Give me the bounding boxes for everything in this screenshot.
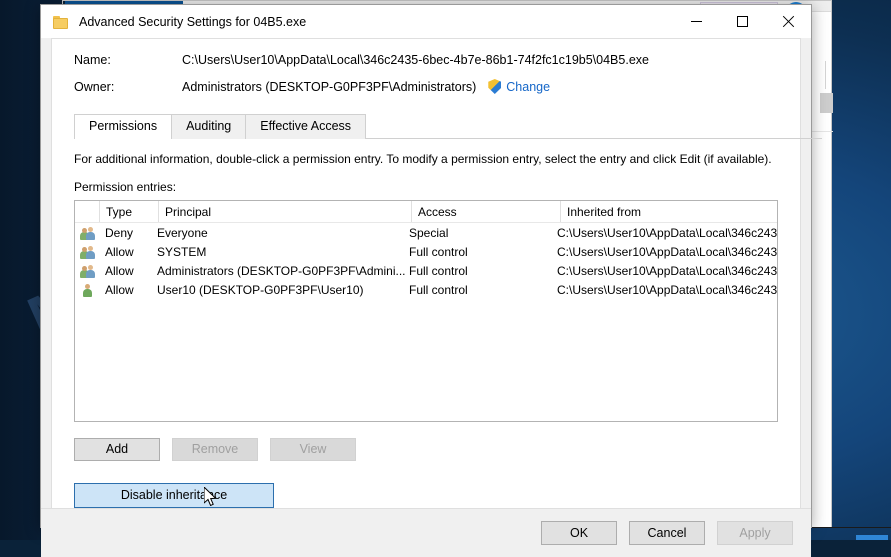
- row-icon: [75, 264, 99, 278]
- row-principal: Administrators (DESKTOP-G0PF3PF\Admini..…: [157, 263, 406, 278]
- row-inherited-from: C:\Users\User10\AppData\Local\346c2435-6…: [557, 263, 777, 278]
- row-type: Allow: [105, 244, 134, 259]
- cancel-button[interactable]: Cancel: [629, 521, 705, 545]
- header-principal[interactable]: Principal: [159, 205, 411, 219]
- table-row[interactable]: Allow User10 (DESKTOP-G0PF3PF\User10) Fu…: [75, 280, 777, 299]
- header-type[interactable]: Type: [100, 205, 158, 219]
- header-inherited-from[interactable]: Inherited from: [561, 205, 777, 219]
- name-label: Name:: [74, 53, 111, 67]
- dialog-title: Advanced Security Settings for 04B5.exe: [79, 14, 307, 29]
- header-fields: Name: C:\Users\User10\AppData\Local\346c…: [52, 39, 800, 114]
- row-icon: [75, 226, 99, 240]
- view-button: View: [270, 438, 356, 461]
- apply-button: Apply: [717, 521, 793, 545]
- close-button[interactable]: [765, 5, 811, 38]
- row-access: Full control: [409, 263, 468, 278]
- row-access: Special: [409, 225, 449, 240]
- dialog-footer: OK Cancel Apply: [41, 508, 811, 557]
- name-field-row: Name: C:\Users\User10\AppData\Local\346c…: [74, 53, 800, 67]
- background-scrollbar-thumb[interactable]: [820, 93, 833, 113]
- tab-effective-access[interactable]: Effective Access: [245, 114, 367, 139]
- disable-inheritance-area: Disable inheritance: [74, 483, 274, 508]
- taskbar-accent: [856, 535, 888, 540]
- row-type: Deny: [105, 225, 134, 240]
- add-button[interactable]: Add: [74, 438, 160, 461]
- shield-icon: [488, 79, 501, 94]
- disable-inheritance-button[interactable]: Disable inheritance: [74, 483, 274, 508]
- row-icon: [75, 245, 99, 259]
- table-row[interactable]: Allow Administrators (DESKTOP-G0PF3PF\Ad…: [75, 261, 777, 280]
- row-icon: [75, 283, 99, 297]
- dialog-body: Name: C:\Users\User10\AppData\Local\346c…: [51, 38, 822, 508]
- permission-entries-label: Permission entries:: [74, 180, 177, 194]
- dialog-titlebar[interactable]: Advanced Security Settings for 04B5.exe: [41, 5, 811, 38]
- row-type: Allow: [105, 282, 134, 297]
- row-inherited-from: C:\Users\User10\AppData\Local\346c2435-6…: [557, 244, 777, 259]
- maximize-button[interactable]: [719, 5, 765, 38]
- table-header-row: Type Principal Access Inherited from: [75, 201, 777, 223]
- name-value: C:\Users\User10\AppData\Local\346c2435-6…: [182, 53, 649, 67]
- table-row[interactable]: Deny Everyone Special C:\Users\User10\Ap…: [75, 223, 777, 242]
- entry-action-buttons: Add Remove View: [74, 438, 800, 461]
- mouse-cursor: [204, 487, 217, 507]
- header-access[interactable]: Access: [412, 205, 560, 219]
- row-principal: SYSTEM: [157, 244, 207, 259]
- info-text: For additional information, double-click…: [74, 152, 772, 166]
- row-principal: Everyone: [157, 225, 208, 240]
- tabstrip: Permissions Auditing Effective Access: [74, 114, 822, 140]
- owner-field-row: Owner: Administrators (DESKTOP-G0PF3PF\A…: [74, 79, 800, 94]
- window-controls: [673, 5, 811, 38]
- remove-button: Remove: [172, 438, 258, 461]
- ok-button[interactable]: OK: [541, 521, 617, 545]
- row-access: Full control: [409, 244, 468, 259]
- tab-permissions[interactable]: Permissions: [74, 114, 173, 140]
- tab-auditing[interactable]: Auditing: [171, 114, 247, 139]
- folder-icon: [53, 15, 69, 29]
- advanced-security-settings-dialog: Advanced Security Settings for 04B5.exe …: [40, 4, 822, 557]
- row-access: Full control: [409, 282, 468, 297]
- background-divider: [825, 61, 826, 89]
- owner-value: Administrators (DESKTOP-G0PF3PF\Administ…: [182, 79, 477, 94]
- change-owner-link[interactable]: Change: [488, 79, 550, 94]
- row-inherited-from: C:\Users\User10\AppData\Local\346c2435-6…: [557, 282, 777, 297]
- row-inherited-from: C:\Users\User10\AppData\Local\346c2435-6…: [557, 225, 777, 240]
- change-owner-label: Change: [506, 79, 551, 94]
- row-principal: User10 (DESKTOP-G0PF3PF\User10): [157, 282, 364, 297]
- permission-entries-table[interactable]: Type Principal Access Inherited from Den…: [74, 200, 778, 422]
- table-row[interactable]: Allow SYSTEM Full control C:\Users\User1…: [75, 242, 777, 261]
- owner-label: Owner:: [74, 79, 115, 94]
- minimize-button[interactable]: [673, 5, 719, 38]
- row-type: Allow: [105, 263, 134, 278]
